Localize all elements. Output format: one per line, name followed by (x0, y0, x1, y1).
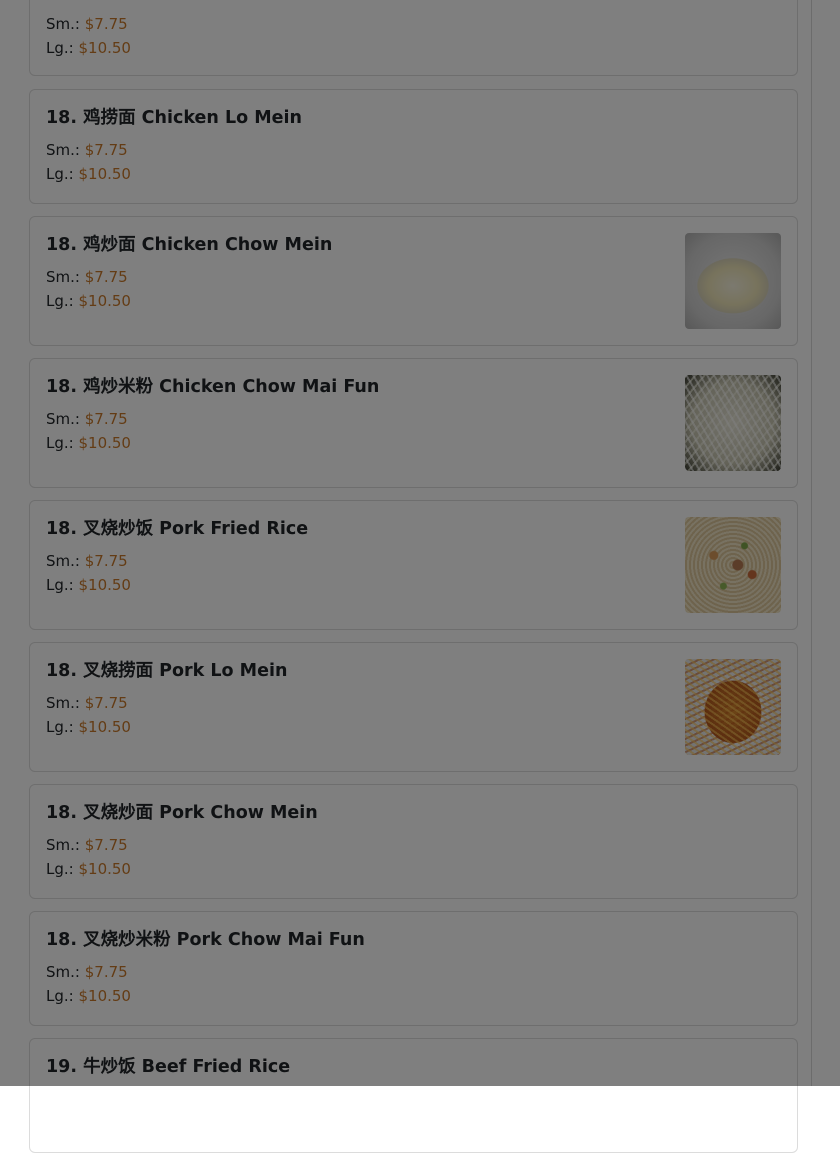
modal-backdrop-overlay[interactable] (0, 0, 840, 1086)
